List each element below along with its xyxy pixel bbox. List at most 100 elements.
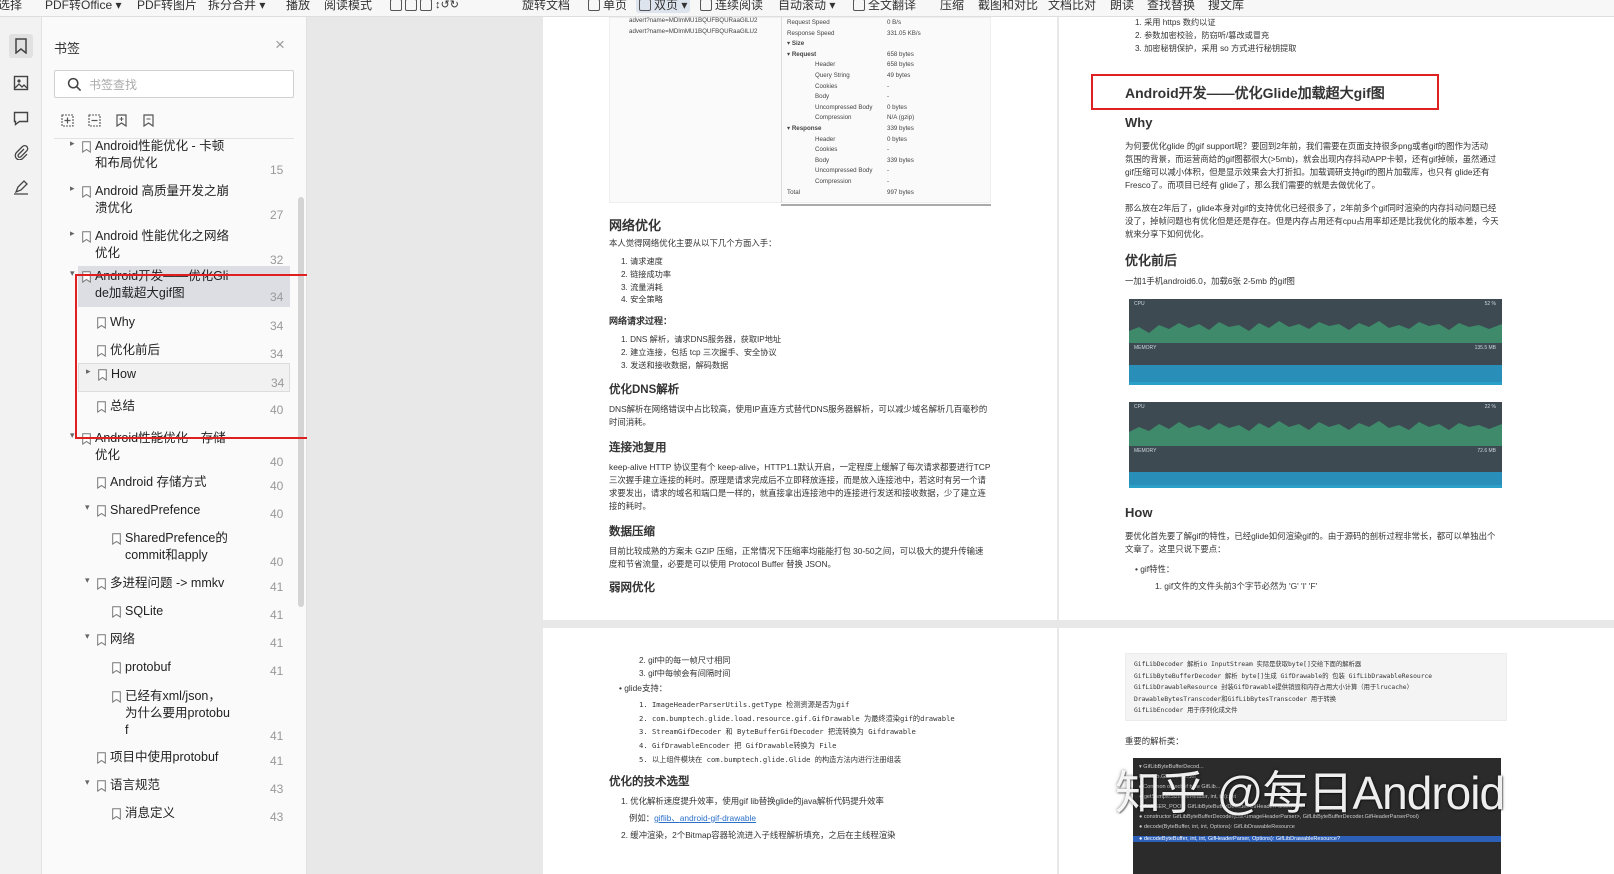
heading-network: 网络优化 — [609, 218, 662, 233]
table-value: 339 bytes — [887, 156, 914, 164]
crop-icon[interactable] — [420, 0, 432, 11]
screenshot-compare-button[interactable]: 截图和对比 — [978, 0, 1038, 13]
list-item: 5. 以上组件模块在 com.bumptech.glide.Glide 的构造方… — [639, 754, 902, 764]
table-value: - — [887, 167, 890, 175]
compress-button[interactable]: 压缩 — [940, 0, 964, 13]
heading-compress: 数据压缩 — [609, 526, 655, 538]
bookmark-item[interactable]: ▸ Android 性能优化之网络 优化 32 — [42, 226, 304, 270]
para-before: 一加1手机android6.0，加载6张 2-5mb 的gif图 — [1125, 276, 1295, 286]
table-value: 0 bytes — [887, 103, 907, 111]
view-tools[interactable]: ↕↺↻ — [390, 0, 459, 13]
fit-width-icon[interactable] — [405, 0, 417, 11]
bookmark-label: 网络 — [110, 632, 136, 646]
para-why-3: gif压缩可以减小体积，但是显示效果会大打折扣。加载调研支持gif的图片加载库，… — [1125, 167, 1490, 177]
bookmark-item[interactable]: ▸ Android 高质量开发之崩 溃优化 27 — [42, 181, 304, 225]
signature-icon[interactable] — [9, 175, 33, 199]
pdf-to-image-button[interactable]: PDF转图片 — [137, 0, 197, 13]
bookmark-search-input[interactable] — [89, 76, 279, 93]
doc-compare-button[interactable]: 文档比对 — [1048, 0, 1096, 13]
auto-scroll-menu[interactable]: 自动滚动 ▾ — [778, 0, 835, 13]
chevron-down-icon[interactable]: ▾ — [85, 777, 90, 788]
watermark: 知乎 @每日Android — [1115, 767, 1505, 819]
chevron-down-icon[interactable]: ▾ — [85, 631, 90, 642]
continuous-read-button[interactable]: 连续阅读 — [700, 0, 763, 13]
bookmark-item[interactable]: ▾ 多进程问题 -> mmkv 41 — [42, 573, 304, 597]
bookmark-icon — [82, 231, 91, 243]
chevron-down-icon[interactable]: ▾ — [85, 575, 90, 586]
fit-page-icon[interactable] — [390, 0, 402, 11]
bookmark-item[interactable]: ▾ SharedPrefence 40 — [42, 500, 304, 524]
split-merge-menu[interactable]: 拆分合并 ▾ — [208, 0, 265, 13]
document-viewport: advert?name=MDlmMU1BQUFBQURaaGlLU2 adver… — [307, 17, 1614, 874]
table-value: 997 bytes — [887, 188, 914, 196]
chevron-right-icon[interactable]: ▸ — [70, 138, 75, 149]
page-right-top: 1. 采用 https 数约以证 2. 参数加密校验，防窃听/篡改或冒充 3. … — [1059, 17, 1614, 620]
read-aloud-label: 朗读 — [1110, 0, 1135, 12]
bookmark-item[interactable]: 已经有xml/json， 为什么要用protobu f 41 — [42, 686, 304, 746]
bookmark-item[interactable]: ▾ 网络 41 — [42, 629, 304, 653]
list-glide: 1. ImageHeaderParserUtils.getType 检测资源是否… — [639, 698, 955, 767]
attachment-icon[interactable] — [9, 140, 33, 164]
chevron-right-icon[interactable]: ▸ — [70, 228, 75, 239]
chevron-down-icon[interactable]: ▾ — [70, 268, 75, 279]
comment-icon[interactable] — [9, 106, 33, 130]
bookmark-item[interactable]: SharedPrefence的 commit和apply 40 — [42, 528, 304, 572]
reading-mode-button[interactable]: 阅读模式 — [324, 0, 372, 13]
thumbnail-icon[interactable] — [9, 71, 33, 95]
list-item: 3. gif中每帧会有间隔时间 — [639, 668, 731, 678]
bookmark-page-number: 41 — [270, 608, 284, 622]
double-page-button[interactable]: 双页 ▾ — [636, 0, 691, 13]
bookmark-label: SharedPrefence的 commit和apply — [125, 531, 228, 562]
page-left-bottom: 2. gif中的每一帧尺寸相同 3. gif中每帧会有间隔时间 • glide支… — [543, 628, 1057, 874]
bookmark-label: Android 存储方式 — [110, 475, 207, 489]
rotate-doc-button[interactable]: 旋转文档 — [522, 0, 570, 13]
para-why-6: 没了，掉帧问题也有优化但是还是存在。但是内存占用还有cpu占用率却还是比我优化的… — [1125, 216, 1499, 226]
bookmark-item[interactable]: 消息定义 43 — [42, 803, 304, 827]
bullet-gif: • gif特性： — [1135, 564, 1175, 574]
para-pool-1: keep-alive HTTP 协议里有个 keep-alive，HTTP1.1… — [609, 462, 991, 472]
pdf-to-office-menu[interactable]: PDF转Office ▾ — [45, 0, 121, 13]
giflib-link[interactable]: giflib、 — [654, 813, 680, 823]
chevron-right-icon[interactable]: ▸ — [70, 183, 75, 194]
bookmark-page-number: 27 — [270, 208, 284, 222]
bookmark-item[interactable]: ▸ Android性能优化 - 卡顿 和布局优化 15 — [42, 136, 304, 180]
bookmark-item[interactable]: ▾ 语言规范 43 — [42, 775, 304, 799]
remove-bookmark-icon[interactable] — [141, 113, 155, 127]
list-item: 4. GifDrawableEncoder 把 GifDrawable转换为 F… — [639, 741, 837, 751]
rotate-icon[interactable]: ↕↺↻ — [435, 0, 459, 13]
search-icon — [67, 77, 82, 92]
table-key: Uncompressed Body — [815, 103, 873, 111]
bookmark-item[interactable]: SQLite 41 — [42, 601, 304, 625]
table-value: 0 bytes — [887, 135, 907, 143]
collapse-all-icon[interactable] — [87, 113, 101, 127]
table-value: N/A (gzip) — [887, 114, 915, 122]
table-value: 658 bytes — [887, 50, 914, 58]
article-title: Android开发——优化Glide加载超大gif图 — [1125, 85, 1385, 101]
bookmark-item[interactable]: 项目中使用protobuf 41 — [42, 747, 304, 771]
bookmark-icon[interactable] — [9, 34, 33, 58]
list-item: 1. DNS 解析，请求DNS服务器，获取IP地址 — [621, 335, 782, 344]
search-library-button[interactable]: 搜文库 — [1208, 0, 1244, 13]
list-item: 1. ImageHeaderParserUtils.getType 检测资源是否… — [639, 700, 850, 709]
tech-item-1: 1. 优化解析速度提升效率，使用gif lib替换glide的java解析代码提… — [621, 796, 884, 806]
single-page-button[interactable]: 单页 — [588, 0, 627, 13]
android-gif-drawable-link[interactable]: android-gif-drawable — [680, 813, 756, 823]
search-library-label: 搜文库 — [1208, 0, 1245, 12]
chevron-down-icon[interactable]: ▾ — [85, 502, 90, 513]
find-replace-button[interactable]: 查找替换 — [1147, 0, 1195, 13]
find-replace-label: 查找替换 — [1147, 0, 1196, 12]
bookmark-item[interactable]: Android 存储方式 40 — [42, 472, 304, 496]
chevron-down-icon[interactable]: ▾ — [70, 430, 75, 441]
memory-bar — [1129, 472, 1502, 485]
expand-all-icon[interactable] — [60, 113, 74, 127]
close-icon[interactable]: × — [275, 36, 285, 53]
translate-button[interactable]: 全文翻译 — [853, 0, 916, 13]
select-tool[interactable]: 选择 — [0, 0, 22, 13]
add-bookmark-icon[interactable] — [114, 113, 128, 127]
play-button[interactable]: 播放 — [286, 0, 310, 13]
compress-label: 压缩 — [940, 0, 965, 12]
bookmark-search[interactable] — [54, 70, 294, 98]
read-aloud-button[interactable]: 朗读 — [1110, 0, 1134, 13]
bookmark-item[interactable]: protobuf 41 — [42, 657, 304, 681]
bookmark-page-number: 40 — [270, 479, 284, 493]
